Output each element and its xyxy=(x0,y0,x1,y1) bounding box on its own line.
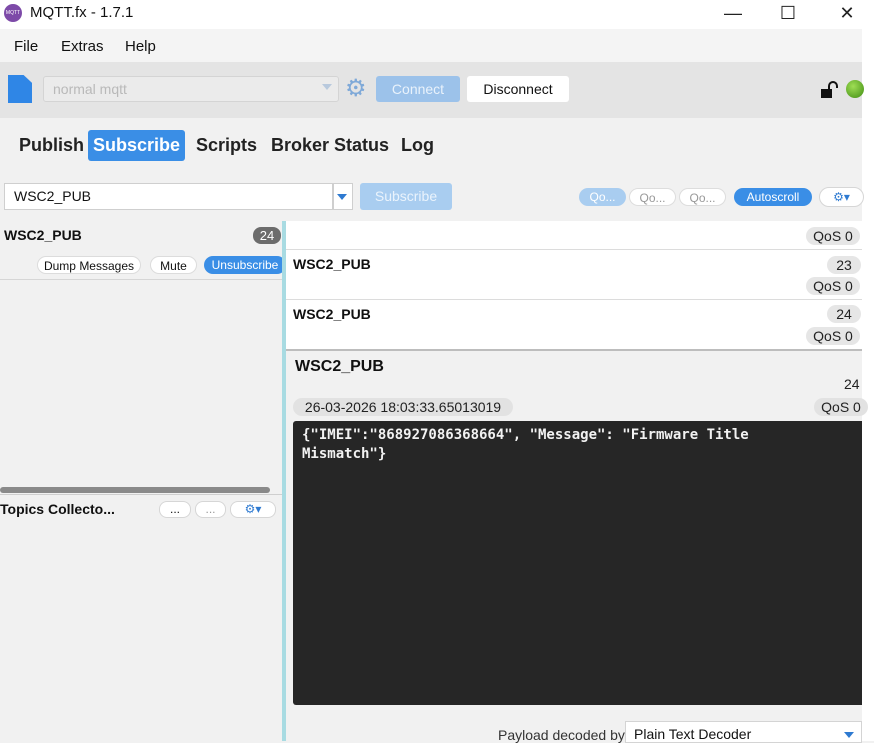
divider xyxy=(0,279,282,280)
divider xyxy=(286,249,862,250)
horizontal-scrollbar[interactable] xyxy=(0,487,270,493)
unsubscribe-button[interactable]: Unsubscribe xyxy=(204,256,286,274)
decoder-value: Plain Text Decoder xyxy=(634,726,752,742)
disconnect-button[interactable]: Disconnect xyxy=(467,76,569,102)
tab-subscribe[interactable]: Subscribe xyxy=(88,130,185,161)
divider xyxy=(0,494,282,495)
menu-extras[interactable]: Extras xyxy=(61,38,104,55)
message-number-badge: 24 xyxy=(827,305,861,323)
menu-help[interactable]: Help xyxy=(125,38,156,55)
payload-text[interactable]: {"IMEI":"868927086368664", "Message": "F… xyxy=(302,426,832,464)
message-qos-badge: QoS 0 xyxy=(806,277,860,295)
window-title: MQTT.fx - 1.7.1 xyxy=(30,4,134,21)
connection-profile-value: normal mqtt xyxy=(53,81,127,97)
qos0-toggle[interactable]: Qo... xyxy=(579,188,626,206)
divider xyxy=(286,349,862,351)
message-topic[interactable]: WSC2_PUB xyxy=(293,256,371,272)
autoscroll-toggle[interactable]: Autoscroll xyxy=(734,188,812,206)
tab-log[interactable]: Log xyxy=(401,130,434,161)
message-topic[interactable]: WSC2_PUB xyxy=(293,306,371,322)
maximize-button[interactable]: ☐ xyxy=(765,0,811,29)
detail-topic: WSC2_PUB xyxy=(295,358,384,375)
mute-button[interactable]: Mute xyxy=(150,256,197,274)
gear-icon[interactable]: ⚙ xyxy=(345,77,369,101)
message-qos-badge: QoS 0 xyxy=(806,327,860,345)
tab-publish[interactable]: Publish xyxy=(19,130,84,161)
app-icon: MQTT xyxy=(4,4,22,22)
collector-scan-button[interactable]: ... xyxy=(159,501,191,518)
chevron-down-icon xyxy=(337,194,347,200)
connection-status-icon xyxy=(846,80,864,98)
qos1-toggle[interactable]: Qo... xyxy=(629,188,676,206)
message-qos-badge: QoS 0 xyxy=(806,227,860,245)
connect-button[interactable]: Connect xyxy=(376,76,460,102)
subscribe-button[interactable]: Subscribe xyxy=(360,183,452,210)
chevron-down-icon xyxy=(844,732,854,738)
detail-number: 24 xyxy=(844,376,860,392)
minimize-button[interactable]: — xyxy=(710,0,756,29)
settings-menu-icon[interactable]: ⚙▾ xyxy=(819,187,864,207)
chevron-down-icon xyxy=(322,84,332,90)
message-number-badge: 23 xyxy=(827,256,861,274)
detail-qos-badge: QoS 0 xyxy=(814,398,868,416)
collector-settings-icon[interactable]: ⚙▾ xyxy=(230,501,276,518)
subscription-count-badge: 24 xyxy=(253,227,281,244)
detail-timestamp-badge: 26-03-2026 18:03:33.65013019 xyxy=(293,398,513,416)
topics-collector-title: Topics Collecto... xyxy=(0,501,115,517)
subscription-topic[interactable]: WSC2_PUB xyxy=(4,227,82,243)
tab-scripts[interactable]: Scripts xyxy=(196,130,257,161)
subscriptions-panel xyxy=(0,221,282,741)
tab-broker-status[interactable]: Broker Status xyxy=(271,130,389,161)
dump-messages-button[interactable]: Dump Messages xyxy=(37,256,141,274)
qos2-toggle[interactable]: Qo... xyxy=(679,188,726,206)
menu-file[interactable]: File xyxy=(14,38,38,55)
window-edge xyxy=(862,0,874,741)
collector-stop-button[interactable]: ... xyxy=(195,501,226,518)
message-list xyxy=(286,221,862,350)
topic-input-value: WSC2_PUB xyxy=(14,188,92,204)
divider xyxy=(286,299,862,300)
unlock-icon xyxy=(821,81,838,98)
